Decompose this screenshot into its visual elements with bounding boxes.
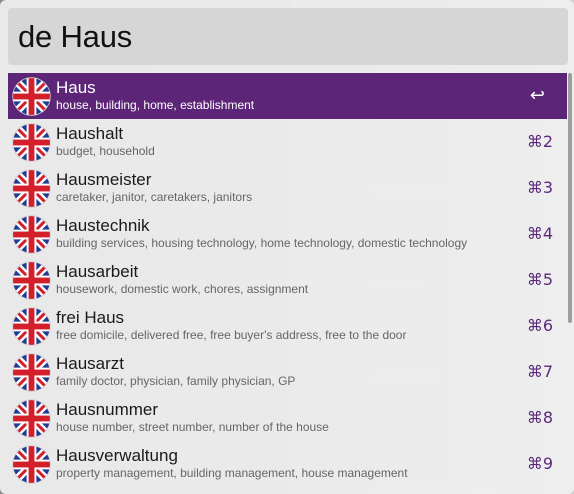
uk-flag-icon — [12, 215, 51, 254]
result-subtitle: free domicile, delivered free, free buye… — [56, 328, 407, 342]
result-subtitle: family doctor, physician, family physici… — [56, 374, 296, 388]
uk-flag-icon — [12, 353, 51, 392]
result-shortcut: ⌘6 — [526, 316, 553, 335]
result-title: Haus — [56, 78, 96, 97]
scrollbar[interactable] — [568, 73, 572, 323]
uk-flag-icon — [12, 445, 51, 484]
result-shortcut: ⌘2 — [526, 132, 553, 151]
result-row[interactable]: Haustechnik building services, housing t… — [8, 211, 567, 257]
result-title: Haushalt — [56, 124, 124, 143]
result-row[interactable]: Hausmeister caretaker, janitor, caretake… — [8, 165, 567, 211]
result-subtitle: house number, street number, number of t… — [56, 420, 329, 434]
result-subtitle: caretaker, janitor, caretakers, janitors — [56, 190, 253, 204]
result-title: frei Haus — [56, 308, 125, 327]
uk-flag-icon — [12, 307, 51, 346]
result-subtitle: house, building, home, establishment — [56, 98, 255, 112]
search-box[interactable]: de Haus — [8, 8, 568, 65]
uk-flag-icon — [12, 169, 51, 208]
uk-flag-icon — [12, 399, 51, 438]
launcher-panel: de Haus Haus house, building, home, esta… — [0, 0, 574, 494]
result-row[interactable]: Haushalt budget, household ⌘2 — [8, 119, 567, 165]
result-subtitle: property management, building management… — [56, 466, 408, 480]
result-title: Haustechnik — [56, 216, 150, 235]
result-shortcut: ⌘8 — [526, 408, 553, 427]
result-row[interactable]: Hausarzt family doctor, physician, famil… — [8, 349, 567, 395]
result-row[interactable]: Hausverwaltung property management, buil… — [8, 441, 567, 487]
result-subtitle: housework, domestic work, chores, assign… — [56, 282, 309, 296]
result-row[interactable]: Haus house, building, home, establishmen… — [8, 73, 567, 119]
result-title: Hausverwaltung — [56, 446, 178, 465]
result-shortcut: ↩ — [529, 85, 545, 106]
result-shortcut: ⌘3 — [526, 178, 553, 197]
result-subtitle: building services, housing technology, h… — [56, 236, 468, 250]
results-list: Haus house, building, home, establishmen… — [8, 73, 567, 487]
result-subtitle: budget, household — [56, 144, 155, 158]
result-title: Hausnummer — [56, 400, 159, 419]
result-row[interactable]: Hausarbeit housework, domestic work, cho… — [8, 257, 567, 303]
result-shortcut: ⌘5 — [526, 270, 553, 289]
uk-flag-icon — [12, 123, 51, 162]
search-input[interactable]: de Haus — [18, 19, 132, 55]
result-title: Hausarzt — [56, 354, 125, 373]
result-row[interactable]: Hausnummer house number, street number, … — [8, 395, 567, 441]
uk-flag-icon — [12, 261, 51, 300]
result-title: Hausarbeit — [56, 262, 139, 281]
result-title: Hausmeister — [56, 170, 152, 189]
result-shortcut: ⌘4 — [526, 224, 553, 243]
result-shortcut: ⌘7 — [526, 362, 553, 381]
uk-flag-icon — [12, 77, 51, 116]
result-shortcut: ⌘9 — [526, 454, 553, 473]
result-row[interactable]: frei Haus free domicile, delivered free,… — [8, 303, 567, 349]
